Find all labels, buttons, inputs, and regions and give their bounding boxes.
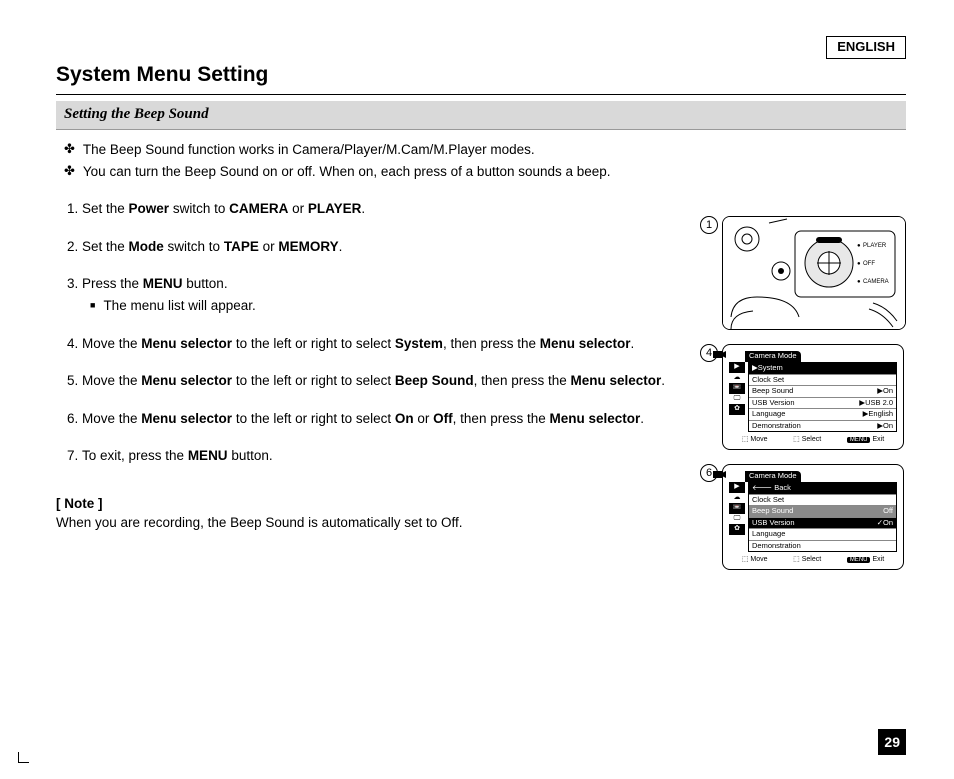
- step-3: Press the MENU button. ■The menu list wi…: [82, 274, 682, 315]
- menu-row: Beep SoundOff: [749, 505, 896, 517]
- menu-row: Demonstration▶On: [749, 420, 896, 432]
- svg-text:CAMERA: CAMERA: [863, 279, 889, 285]
- svg-text:●: ●: [857, 261, 861, 267]
- step-4: Move the Menu selector to the left or ri…: [82, 334, 682, 354]
- menu-list: ▶SystemClock SetBeep Sound▶OnUSB Version…: [748, 362, 897, 432]
- menu-row: ▶System: [749, 363, 896, 374]
- maltese-icon: ✤: [64, 162, 75, 182]
- menu-icon-strip: ▶☁📼🖵✿: [729, 362, 745, 432]
- menu-row: Beep Sound▶On: [749, 385, 896, 397]
- svg-text:OFF: OFF: [863, 261, 875, 267]
- menu-footer: ⬚ Move ⬚ Select MENUExit: [729, 435, 897, 445]
- menu-list: 🡐 BackClock SetBeep SoundOffUSB Version✓…: [748, 482, 897, 552]
- figure-power-dial: 1 ● PLAYER ● OFF ● CAMERA: [722, 216, 906, 330]
- step-1: Set the Power switch to CAMERA or PLAYER…: [82, 199, 682, 219]
- language-tag: ENGLISH: [826, 36, 906, 59]
- page-title: System Menu Setting: [56, 60, 906, 90]
- intro-bullets: ✤ The Beep Sound function works in Camera…: [64, 140, 906, 181]
- menu-row: Language: [749, 528, 896, 540]
- camcorder-icon: [713, 469, 727, 484]
- menu-mode-label: Camera Mode: [745, 471, 801, 482]
- menu-row: USB Version▶USB 2.0: [749, 397, 896, 409]
- figure-menu-4: 4 Camera Mode ▶☁📼🖵✿ ▶SystemClock SetBeep…: [722, 344, 906, 450]
- step-7: To exit, press the MENU button.: [82, 446, 682, 466]
- maltese-icon: ✤: [64, 140, 75, 160]
- step-6: Move the Menu selector to the left or ri…: [82, 409, 682, 429]
- svg-text:PLAYER: PLAYER: [863, 243, 887, 249]
- menu-row: Demonstration: [749, 540, 896, 552]
- page-number: 29: [878, 729, 906, 755]
- menu-mode-label: Camera Mode: [745, 351, 801, 362]
- menu-row: Clock Set: [749, 374, 896, 386]
- step-2: Set the Mode switch to TAPE or MEMORY.: [82, 237, 682, 257]
- section-subhead: Setting the Beep Sound: [56, 101, 906, 130]
- power-dial-illustration: ● PLAYER ● OFF ● CAMERA: [723, 217, 905, 329]
- menu-row: Language▶English: [749, 408, 896, 420]
- menu-row: USB Version✓On: [749, 517, 896, 529]
- intro-line: The Beep Sound function works in Camera/…: [83, 140, 535, 160]
- menu-icon-strip: ▶☁📼🖵✿: [729, 482, 745, 552]
- square-bullet-icon: ■: [90, 296, 95, 316]
- figure-menu-6: 6 Camera Mode ▶☁📼🖵✿ 🡐 BackClock SetBeep …: [722, 464, 906, 570]
- camcorder-icon: [713, 349, 727, 364]
- svg-text:●: ●: [857, 243, 861, 249]
- step-5: Move the Menu selector to the left or ri…: [82, 371, 682, 391]
- step-list: Set the Power switch to CAMERA or PLAYER…: [64, 199, 682, 466]
- title-rule: [56, 94, 906, 95]
- callout-1-icon: 1: [700, 216, 718, 234]
- menu-row: Clock Set: [749, 494, 896, 506]
- menu-row: 🡐 Back: [749, 483, 896, 494]
- menu-footer: ⬚ Move ⬚ Select MENUExit: [729, 555, 897, 565]
- intro-line: You can turn the Beep Sound on or off. W…: [83, 162, 611, 182]
- svg-text:●: ●: [857, 279, 861, 285]
- crop-mark-icon: [18, 752, 29, 763]
